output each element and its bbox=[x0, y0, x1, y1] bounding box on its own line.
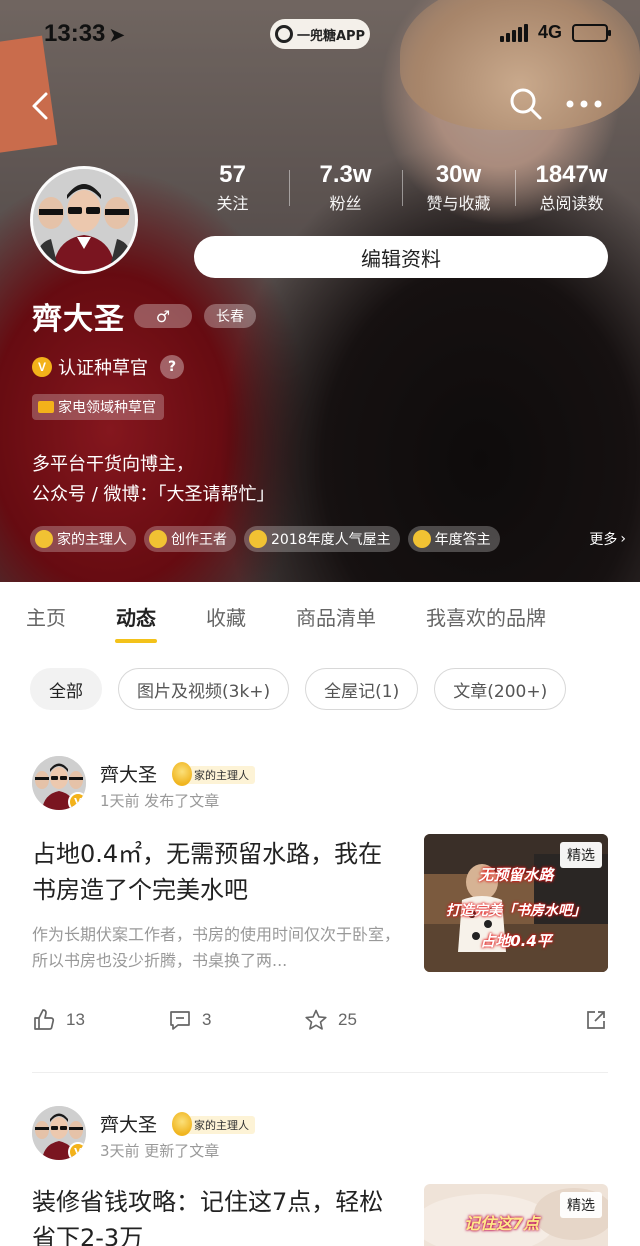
comment-icon bbox=[170, 1011, 190, 1030]
post-title[interactable]: 占地0.4㎡，无需预留水路，我在书房造了个完美水吧 bbox=[32, 836, 402, 908]
filter-articles[interactable]: 文章(200+) bbox=[434, 668, 567, 710]
app-pill[interactable]: 一兜糖APP bbox=[270, 19, 370, 49]
tab-home[interactable]: 主页 bbox=[26, 602, 66, 631]
tab-favorites[interactable]: 收藏 bbox=[206, 602, 246, 631]
verification-row: V 认证种草官 ? bbox=[32, 354, 184, 380]
thumbnail-caption: 打造完美「书房水吧」 bbox=[446, 903, 586, 919]
profile-tabs: 主页 动态 收藏 商品清单 我喜欢的品牌 bbox=[0, 582, 640, 650]
share-button[interactable] bbox=[584, 1008, 608, 1032]
avatar-image bbox=[33, 169, 135, 271]
honor-badges: 家的主理人 创作王者 2018年度人气屋主 年度答主 更多 › bbox=[30, 526, 630, 552]
signal-icon bbox=[499, 23, 528, 42]
profile-bio: 多平台干货向博主， 公众号 / 微博：「大圣请帮忙」 bbox=[32, 454, 275, 505]
stat-followers[interactable]: 7.3w 粉丝 bbox=[289, 158, 402, 222]
share-icon bbox=[587, 1011, 605, 1029]
thumbnail-caption: 占地0.4平 bbox=[480, 932, 552, 950]
stat-following[interactable]: 57 关注 bbox=[176, 158, 289, 222]
post-author-badge: 家的主理人 bbox=[172, 1112, 255, 1136]
more-options-icon[interactable] bbox=[560, 84, 610, 124]
help-icon[interactable]: ? bbox=[160, 355, 184, 379]
tab-product-list[interactable]: 商品清单 bbox=[296, 602, 376, 631]
star-icon bbox=[305, 1009, 327, 1030]
profile-avatar[interactable] bbox=[30, 166, 138, 274]
post-author[interactable]: 齊大圣 bbox=[100, 760, 157, 787]
crown-icon bbox=[149, 530, 167, 548]
profile-stats: 57 关注 7.3w 粉丝 30w 赞与收藏 1847w 总阅读数 bbox=[176, 158, 628, 222]
like-button[interactable]: 13 bbox=[32, 1008, 85, 1032]
honors-more-link[interactable]: 更多 › bbox=[589, 529, 630, 549]
post-avatar[interactable]: V bbox=[32, 1106, 86, 1160]
city-badge: 长春 bbox=[204, 304, 256, 328]
favorite-button[interactable]: 25 bbox=[304, 1008, 357, 1032]
tab-activity[interactable]: 动态 bbox=[116, 602, 156, 631]
app-logo-icon bbox=[274, 25, 293, 43]
honor-badge[interactable]: 创作王者 bbox=[144, 526, 236, 552]
filter-whole-house[interactable]: 全屋记(1) bbox=[305, 668, 419, 710]
filter-media[interactable]: 图片及视频(3k+) bbox=[118, 668, 290, 710]
post-divider bbox=[32, 1072, 608, 1073]
filter-all[interactable]: 全部 bbox=[30, 668, 102, 710]
status-bar: 13:33 ➤ 一兜糖APP 4G bbox=[0, 0, 640, 70]
house-icon bbox=[249, 530, 267, 548]
post-meta: 3天前 更新了文章 bbox=[100, 1142, 220, 1160]
network-label: 4G bbox=[537, 22, 562, 42]
verification-label: 认证种草官 bbox=[58, 358, 148, 379]
honor-badge[interactable]: 年度答主 bbox=[407, 526, 500, 552]
thumbnail-caption: 无预留水路 bbox=[478, 866, 554, 884]
thumbs-up-icon bbox=[34, 1009, 55, 1030]
back-arrow-icon[interactable] bbox=[26, 86, 56, 126]
gender-badge: ♂ bbox=[134, 304, 192, 328]
comment-button[interactable]: 3 bbox=[168, 1008, 211, 1032]
post-author-badge: 家的主理人 bbox=[172, 762, 255, 786]
nav-bar bbox=[0, 80, 640, 130]
thumbnail-caption: 记住这7点 bbox=[464, 1214, 540, 1233]
post-author[interactable]: 齊大圣 bbox=[100, 1110, 157, 1137]
profile-name: 齊大圣 bbox=[32, 302, 125, 337]
honor-badge[interactable]: 2018年度人气屋主 bbox=[244, 526, 400, 552]
post-actions: 13 3 25 bbox=[0, 1008, 640, 1038]
post-avatar[interactable]: V bbox=[32, 756, 86, 810]
verified-icon: V bbox=[68, 792, 86, 810]
domain-tag[interactable]: 家电领域种草官 bbox=[32, 394, 164, 420]
tab-liked-brands[interactable]: 我喜欢的品牌 bbox=[426, 602, 546, 631]
filter-chips: 全部 图片及视频(3k+) 全屋记(1) 文章(200+) bbox=[0, 658, 640, 720]
status-indicators: 4G bbox=[499, 22, 611, 43]
post-thumbnail[interactable]: 精选 无预留水路 打造完美「书房水吧」 占地0.4平 bbox=[424, 834, 608, 972]
post-thumbnail[interactable]: 精选 记住这7点 bbox=[424, 1184, 608, 1246]
honor-badge[interactable]: 家的主理人 bbox=[30, 526, 136, 552]
appliance-icon bbox=[38, 401, 54, 413]
post-title[interactable]: 装修省钱攻略：记住这7点，轻松省下2-3万 bbox=[32, 1184, 402, 1246]
stat-total-reads[interactable]: 1847w 总阅读数 bbox=[515, 158, 628, 222]
status-time: 13:33 ➤ bbox=[44, 20, 125, 47]
search-icon[interactable] bbox=[506, 84, 546, 124]
verified-icon: V bbox=[32, 357, 52, 377]
medal-icon bbox=[412, 530, 431, 548]
location-arrow-icon: ➤ bbox=[109, 25, 125, 45]
post-excerpt: 作为长期伏案工作者，书房的使用时间仅次于卧室，所以书房也没少折腾，书桌换了两..… bbox=[32, 925, 401, 970]
chevron-right-icon: › bbox=[620, 531, 626, 547]
post-meta: 1天前 发布了文章 bbox=[100, 792, 220, 810]
lightbulb-icon bbox=[35, 530, 53, 548]
battery-icon bbox=[572, 23, 611, 42]
verified-icon: V bbox=[68, 1142, 86, 1160]
stat-likes-favorites[interactable]: 30w 赞与收藏 bbox=[402, 158, 515, 222]
edit-profile-button[interactable]: 编辑资料 bbox=[194, 236, 608, 278]
